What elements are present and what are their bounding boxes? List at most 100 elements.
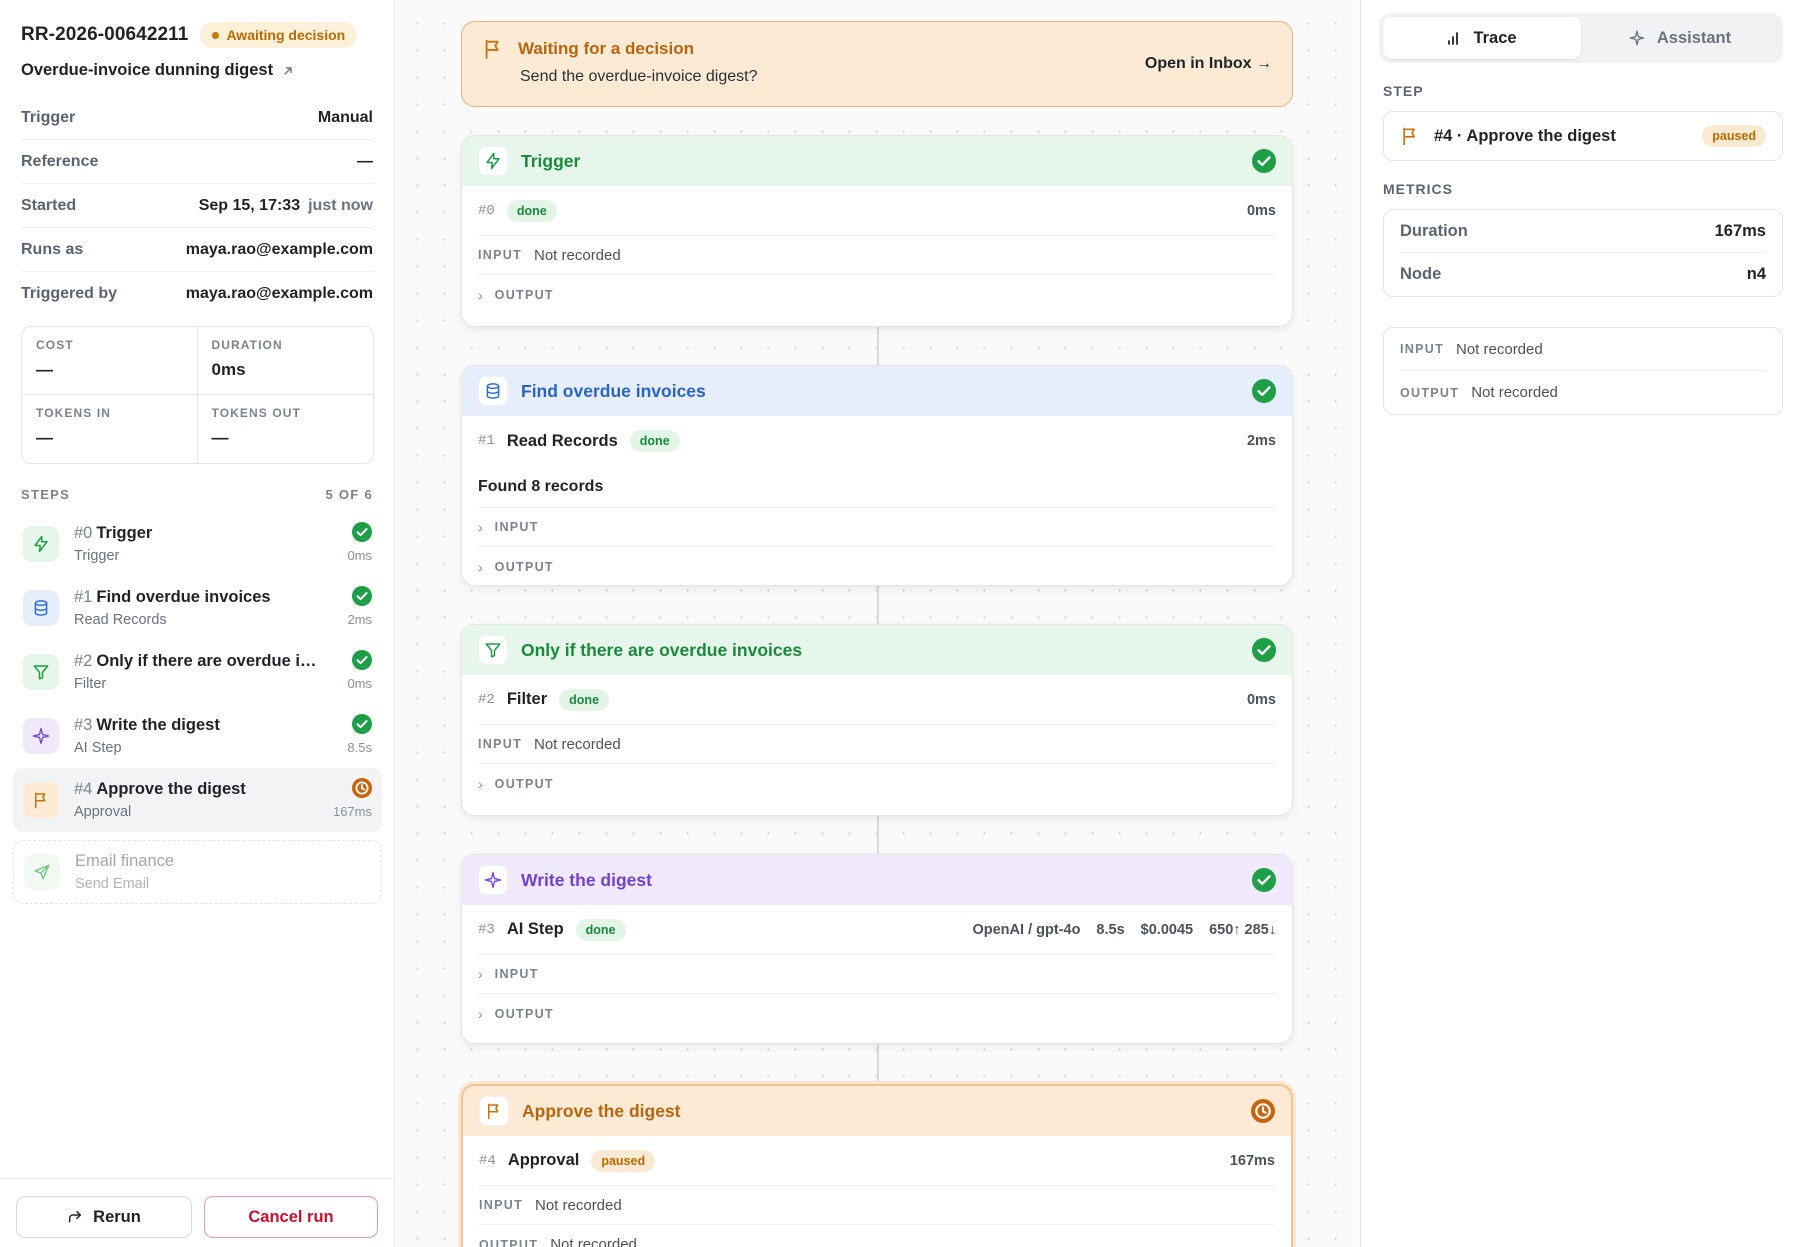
step-title: Email finance [75,852,175,870]
card-header[interactable]: Only if there are overdue invoices [462,625,1292,675]
step-title: Write the digest [96,716,220,734]
card-node-row: #1 Read Records done 2ms [478,416,1276,466]
card-title: Trigger [521,150,581,171]
status-pill: done [629,430,680,452]
metric-tokens-out: TOKENS OUT — [211,406,301,447]
step-item-approve-the-digest[interactable]: #4 Approve the digest Approval 167ms [13,768,382,832]
selected-step-box: #4 · Approve the digest paused [1383,111,1783,161]
step-item-filter[interactable]: #2Only if there are overdue invoicesFilt… [13,640,382,704]
cancel-run-button[interactable]: Cancel run [204,1196,378,1238]
step-item-find-overdue-invoices[interactable]: #1 Find overdue invoices Read Records 2ms [13,576,382,640]
sidebar-footer: Rerun Cancel run [0,1178,394,1247]
run-metrics-grid: COST — DURATION 0ms TOKENS IN — TOKENS OUT — [21,326,374,464]
step-card-find-overdue-invoices[interactable]: Find overdue invoices #1 Read Records do… [461,365,1293,586]
chevron-right-icon: › [478,519,483,535]
database-icon [23,590,59,626]
flag-icon [479,1096,509,1126]
step-title: Only if there are overdue invoices [96,652,324,670]
step-item-email-finance[interactable]: Email finance Send Email [13,840,382,904]
step-io-box: INPUT Not recorded OUTPUT Not recorded [1383,327,1783,415]
selected-step-title: #4 · Approve the digest [1434,126,1616,145]
step-type: Filter [74,676,107,692]
rerun-button[interactable]: Rerun [16,1196,192,1238]
output-toggle[interactable]: › OUTPUT [478,764,1276,803]
check-circle-icon [1252,379,1276,403]
status-pill: paused [1702,125,1766,147]
check-circle-icon [352,650,372,670]
panel-output-row: OUTPUT Not recorded [1400,384,1558,401]
input-toggle[interactable]: › INPUT [478,508,1276,547]
run-details: Trigger Manual Reference — Started Sep 15, … [21,96,373,316]
tab-trace[interactable]: Trace [1383,17,1581,59]
chevron-right-icon: › [478,966,483,982]
step-duration: 8.5s [347,740,372,755]
card-header[interactable]: Find overdue invoices [462,366,1292,416]
card-header[interactable]: Approve the digest [463,1086,1291,1136]
card-header[interactable]: Write the digest [462,855,1292,905]
card-tokens: 650↑ 285↓ [1209,922,1276,938]
sparkle-icon [23,718,59,754]
detail-row-trigger: Trigger Manual [21,96,373,140]
step-item-trigger[interactable]: #0 Trigger Trigger 0ms [13,512,382,576]
output-toggle[interactable]: › OUTPUT [478,994,1276,1033]
metric-row-node: Node n4 [1400,265,1766,283]
input-row: INPUT Not recorded [478,236,1276,275]
send-icon [24,854,60,890]
card-title: Approve the digest [522,1100,681,1121]
step-item-write-the-digest[interactable]: #3 Write the digest AI Step 8.5s [13,704,382,768]
metric-cost: COST — [22,327,198,395]
metric-row-duration: Duration 167ms [1400,210,1766,253]
database-icon [478,376,508,406]
card-title: Find overdue invoices [521,380,706,401]
detail-row-runs-as: Runs as maya.rao@example.com [21,228,373,272]
bolt-icon [23,526,59,562]
status-pill: done [575,918,626,941]
step-duration: 167ms [332,804,372,819]
input-row: INPUT Not recorded [479,1186,1275,1225]
card-header[interactable]: Trigger [462,136,1292,186]
step-type: Trigger [74,548,120,564]
card-duration: 167ms [1229,1153,1275,1169]
steps-count: 5 OF 6 [325,487,373,502]
started-relative: just now [308,196,373,214]
card-duration: 0ms [1246,203,1276,219]
check-circle-icon [1252,149,1276,173]
check-circle-icon [352,522,372,542]
step-duration: 0ms [347,676,372,691]
metric-tokens-in: TOKENS IN — [22,395,198,463]
step-type: Read Records [74,612,167,628]
flag-icon [23,782,59,818]
output-toggle[interactable]: › OUTPUT [478,275,1276,314]
detail-row-started: Started Sep 15, 17:33 just now [21,184,373,228]
step-duration: 2ms [347,612,372,627]
run-id: RR-2026-00642211 [21,24,189,45]
redo-icon [67,1209,83,1225]
check-circle-icon [352,714,372,734]
flow-name-link[interactable]: Overdue-invoice dunning digest [21,61,373,80]
step-card-approve-the-digest[interactable]: Approve the digest #4 Approval paused 16… [461,1084,1293,1247]
step-card-filter[interactable]: Only if there are overdue invoices #2 Fi… [461,624,1293,816]
step-card-write-the-digest[interactable]: Write the digest #3 AI Step done OpenAI … [461,854,1293,1044]
check-circle-icon [1252,868,1276,892]
output-toggle[interactable]: › OUTPUT [478,547,1276,585]
tab-assistant[interactable]: Assistant [1581,17,1779,59]
step-card-trigger[interactable]: Trigger #0 done 0ms INPUT Not recorded › O… [461,135,1293,327]
sparkle-icon [1629,30,1645,46]
card-summary: Found 8 records [478,466,1276,508]
card-cost: $0.0045 [1140,922,1194,938]
detail-row-reference: Reference — [21,140,373,184]
check-circle-icon [1252,638,1276,662]
inspector-panel: Trace Assistant STEP #4 · Approve the di… [1360,0,1800,1247]
metrics-section-label: METRICS [1383,181,1453,197]
step-type: Send Email [75,876,150,892]
bar-chart-icon [1447,31,1461,45]
chevron-right-icon: › [478,775,483,792]
card-title: Write the digest [521,869,652,890]
connector-line [877,816,879,854]
input-toggle[interactable]: › INPUT [478,955,1276,994]
panel-input-row: INPUT Not recorded [1400,328,1766,371]
connector-line [877,327,879,365]
card-node-row: #4 Approval paused 167ms [479,1136,1275,1186]
open-in-inbox-link[interactable]: Open in Inbox → [1145,55,1272,73]
filter-icon [478,635,508,665]
